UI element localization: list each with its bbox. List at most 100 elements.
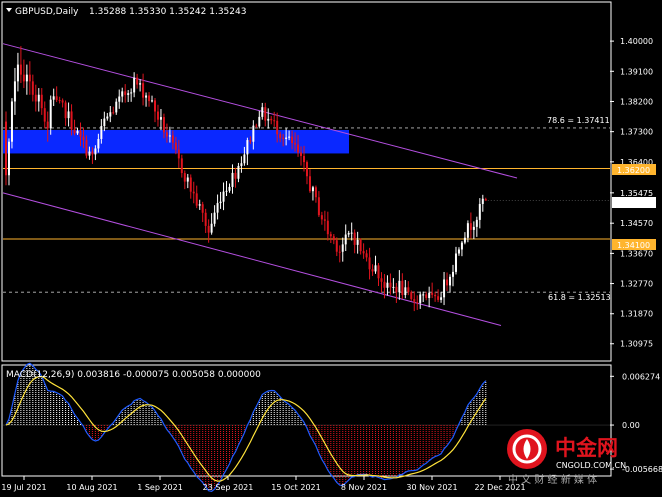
candle-body [443, 279, 446, 298]
candle-body [404, 287, 407, 296]
candle-body [452, 271, 454, 277]
candle-body [374, 265, 377, 272]
candle-body [291, 136, 294, 144]
candle-body [28, 74, 31, 82]
candle-body [332, 236, 335, 241]
candle-body [162, 117, 165, 133]
candle-body [76, 130, 79, 134]
candle-body [279, 134, 282, 138]
candle-body [234, 172, 237, 179]
candle-body [356, 239, 359, 245]
price-axis-label: 1.37300 [620, 128, 653, 137]
candle-body [255, 125, 258, 127]
candle-body [207, 225, 210, 233]
candle-body [136, 77, 139, 85]
candle-body [228, 186, 231, 191]
candle-body [383, 281, 386, 288]
date-axis-label: 30 Nov 2021 [406, 483, 457, 492]
candle-body [124, 91, 127, 95]
candle-body [151, 100, 154, 102]
candle-body [55, 96, 58, 101]
candle-body [34, 94, 37, 102]
candle-body [249, 140, 252, 142]
candle-body [416, 302, 419, 304]
candle-body [46, 121, 49, 129]
candle-body [294, 143, 297, 145]
candle-body [368, 257, 371, 270]
candle-body [49, 99, 52, 129]
candle-body [362, 251, 365, 254]
macd-header: MACD(12,26,9) 0.003816 -0.000075 0.00505… [6, 370, 261, 380]
date-axis-label: 1 Sep 2021 [137, 483, 183, 492]
candle-body [276, 120, 279, 135]
candle-body [311, 187, 314, 192]
candle-body [100, 126, 103, 139]
resistance-price-text: 1.36200 [617, 166, 650, 175]
candle-body [109, 112, 112, 117]
candle-body [112, 112, 115, 114]
price-axis-label: 1.34570 [620, 219, 653, 228]
candle-body [475, 219, 478, 227]
date-axis-label: 19 Jul 2021 [1, 483, 46, 492]
candle-body [446, 279, 449, 286]
candle-body [180, 158, 183, 174]
candle-body [25, 74, 28, 82]
candle-body [189, 177, 192, 192]
candle-body [428, 292, 431, 298]
candle-body [422, 294, 425, 296]
price-axis-label: 1.35475 [620, 189, 653, 198]
candle-body [73, 129, 76, 134]
candle-body [288, 136, 291, 138]
candle-body [305, 162, 308, 177]
fib-786-label: 78.6 = 1.37411 [547, 116, 610, 125]
candle-body [466, 223, 469, 238]
candle-body [267, 118, 270, 121]
candle-body [314, 187, 317, 198]
candle-body [115, 101, 118, 113]
price-axis-label: 1.32770 [620, 280, 653, 289]
candle-body [386, 282, 389, 288]
candle-body [380, 278, 383, 282]
candle-body [52, 96, 55, 100]
price-axis-label: 1.31870 [620, 310, 653, 319]
candle-body [264, 107, 267, 121]
candle-body [31, 81, 34, 95]
candle-body [168, 135, 171, 137]
support-price-text: 1.34100 [617, 241, 650, 250]
candle-body [401, 280, 404, 296]
candle-body [308, 176, 311, 192]
candle-body [210, 223, 213, 233]
date-axis-label: 8 Nov 2021 [341, 483, 387, 492]
candle-body [329, 234, 332, 237]
candle-body [165, 132, 168, 137]
candle-body [216, 203, 219, 213]
candle-body [323, 219, 326, 221]
candle-body [213, 212, 216, 224]
candle-body [481, 198, 484, 204]
candle-body [198, 204, 201, 206]
price-axis-label: 1.33670 [620, 249, 653, 258]
candle-body [97, 138, 100, 149]
candle-body [201, 204, 204, 213]
candle-body [171, 135, 174, 143]
candle-body [469, 223, 472, 230]
candle-body [425, 294, 428, 298]
watermark-slogan: 中 文 财 经 新 媒 体 [508, 473, 597, 486]
candle-body [219, 201, 222, 204]
candle-body [91, 151, 94, 155]
candle-body [240, 163, 243, 166]
candle-body [484, 199, 487, 201]
candle-body [204, 212, 207, 226]
candle-body [142, 83, 145, 98]
candle-body [82, 136, 85, 140]
candle-body [463, 237, 466, 243]
watermark-brand: 中金网 [555, 436, 618, 460]
candle-body [347, 233, 350, 235]
candle-body [472, 226, 475, 230]
candle-body [94, 148, 97, 155]
candle-body [40, 94, 43, 109]
candle-body [338, 251, 341, 253]
candle-body [243, 154, 246, 164]
candle-body [353, 232, 356, 245]
chart-canvas[interactable]: 1.400001.391001.382001.373001.364001.354… [0, 0, 662, 497]
